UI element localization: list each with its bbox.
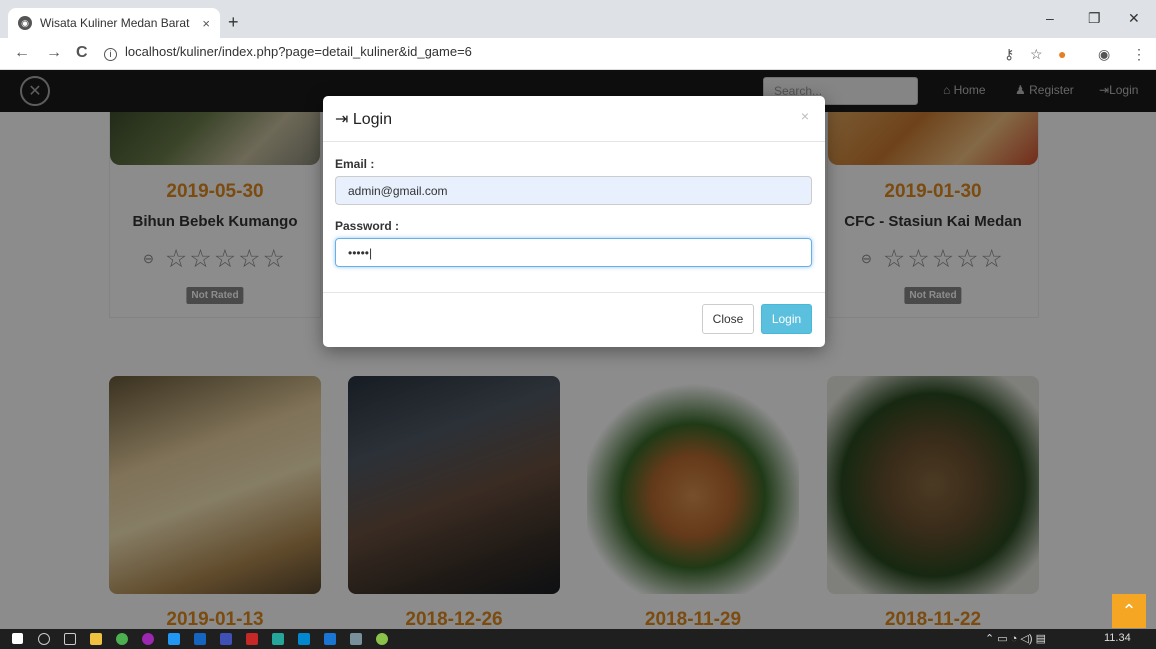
- modal-title-text: Login: [352, 111, 393, 128]
- tab-title: Wisata Kuliner Medan Barat: [40, 16, 190, 30]
- info-icon[interactable]: i: [104, 48, 117, 61]
- forward-button[interactable]: →: [46, 44, 62, 62]
- browser-tab[interactable]: ◉ Wisata Kuliner Medan Barat ×: [8, 8, 220, 38]
- extension-icon[interactable]: ●: [1058, 46, 1066, 62]
- restore-button[interactable]: ❐: [1088, 10, 1101, 27]
- window-close-button[interactable]: ✕: [1128, 10, 1140, 27]
- globe-icon: ◉: [18, 16, 32, 30]
- system-tray-icons[interactable]: ⌃ ▭ ◔ ◁) ▤: [985, 632, 1046, 645]
- search-icon[interactable]: [38, 633, 50, 645]
- email-field[interactable]: admin@gmail.com: [335, 176, 812, 205]
- close-button[interactable]: Close: [702, 304, 754, 334]
- modal-header: ⇥ Login ×: [323, 96, 825, 142]
- chrome-icon[interactable]: [116, 633, 128, 645]
- app-icon[interactable]: [168, 633, 180, 645]
- email-label: Email :: [335, 157, 375, 171]
- clock[interactable]: 11.34: [1104, 632, 1131, 644]
- browser-tab-bar: ◉ Wisata Kuliner Medan Barat × + – ❐ ✕: [0, 0, 1156, 38]
- sign-in-icon: ⇥: [335, 111, 349, 128]
- modal-close-icon[interactable]: ×: [801, 108, 809, 124]
- password-label: Password :: [335, 219, 400, 233]
- task-view-icon[interactable]: [64, 633, 76, 645]
- reload-button[interactable]: C: [76, 44, 88, 62]
- password-value: •••••: [348, 246, 370, 260]
- password-field[interactable]: •••••|: [335, 238, 812, 267]
- browser-toolbar: ← → C i localhost/kuliner/index.php?page=…: [0, 38, 1156, 70]
- file-explorer-icon[interactable]: [90, 633, 102, 645]
- url-text: localhost/kuliner/index.php?page=detail_…: [125, 44, 472, 59]
- back-button[interactable]: ←: [14, 44, 30, 62]
- notepad-icon[interactable]: [350, 633, 362, 645]
- filezilla-icon[interactable]: [246, 633, 258, 645]
- key-icon[interactable]: ⚷: [1004, 46, 1014, 63]
- chevron-up-icon: ⌃: [1121, 600, 1137, 621]
- app-icon[interactable]: [272, 633, 284, 645]
- address-bar[interactable]: i localhost/kuliner/index.php?page=detail…: [104, 44, 472, 61]
- windows-start-icon[interactable]: [12, 633, 23, 644]
- app-icon[interactable]: [142, 633, 154, 645]
- windows-taskbar: ⌃ ▭ ◔ ◁) ▤ 11.34: [0, 629, 1156, 649]
- word-icon[interactable]: [324, 633, 336, 645]
- scroll-to-top-button[interactable]: ⌃: [1112, 594, 1146, 628]
- login-button[interactable]: Login: [761, 304, 812, 334]
- tab-close-icon[interactable]: ×: [202, 16, 210, 31]
- visual-studio-icon[interactable]: [220, 633, 232, 645]
- app-icon[interactable]: [376, 633, 388, 645]
- profile-avatar-icon[interactable]: ◉: [1098, 46, 1110, 63]
- modal-title: ⇥ Login: [335, 109, 392, 129]
- login-modal: ⇥ Login × Email : admin@gmail.com Passwo…: [323, 96, 825, 347]
- new-tab-button[interactable]: +: [228, 12, 239, 33]
- menu-icon[interactable]: ⋮: [1132, 46, 1146, 63]
- modal-footer: [323, 292, 825, 293]
- photoshop-icon[interactable]: [194, 633, 206, 645]
- minimize-button[interactable]: –: [1046, 10, 1054, 26]
- app-icon[interactable]: [298, 633, 310, 645]
- bookmark-star-icon[interactable]: ☆: [1030, 46, 1043, 63]
